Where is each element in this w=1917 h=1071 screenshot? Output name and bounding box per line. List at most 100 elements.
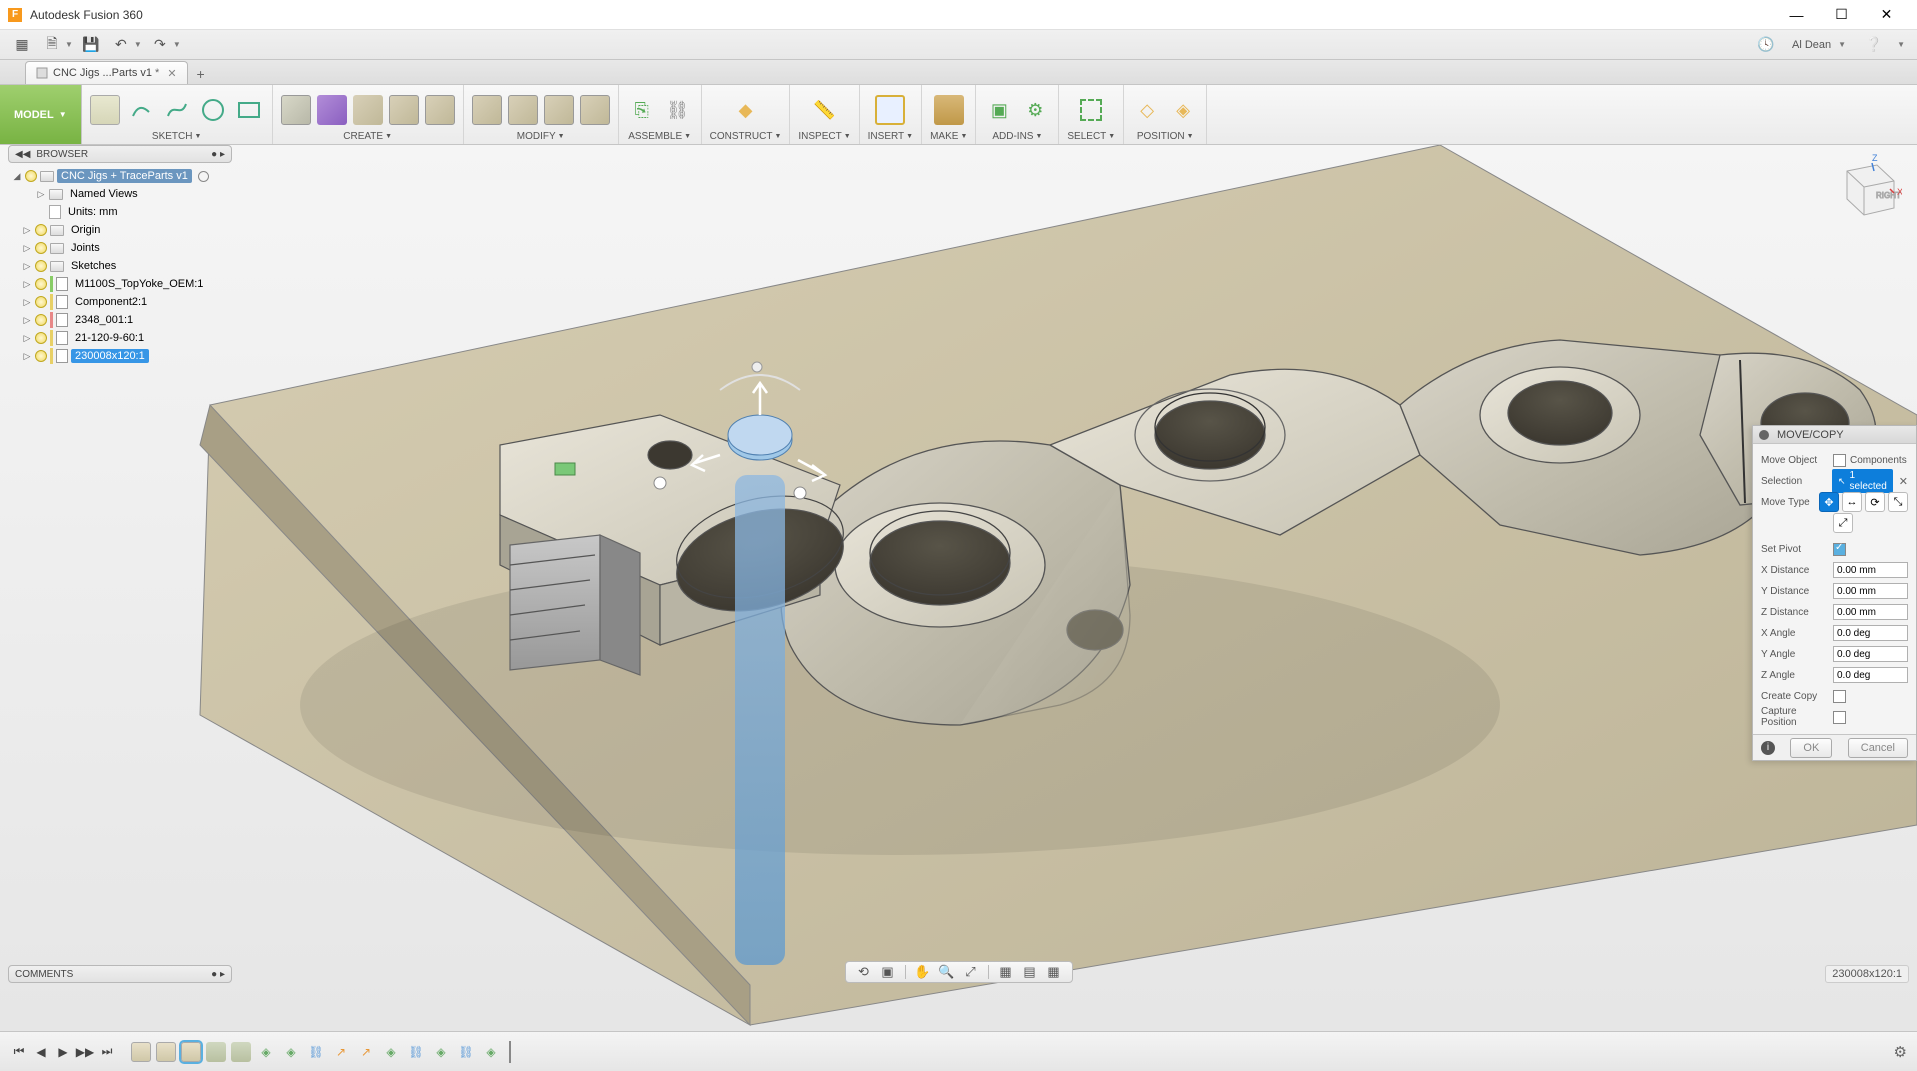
create-sketch-icon[interactable] [90, 95, 120, 125]
tree-node-label[interactable]: M1100S_TopYoke_OEM:1 [71, 277, 207, 291]
move-object-checkbox[interactable] [1833, 454, 1846, 467]
grid-settings-icon[interactable]: ▤ [1020, 963, 1040, 981]
comments-collapse-icon[interactable]: ● ▸ [211, 969, 225, 980]
timeline-sketch-feature[interactable] [156, 1042, 176, 1062]
redo-icon[interactable]: ↷ [146, 33, 174, 57]
measure-icon[interactable]: 📏 [810, 95, 840, 125]
insert-image-icon[interactable] [875, 95, 905, 125]
joint-icon[interactable]: ⛓ [663, 95, 693, 125]
3d-viewport[interactable]: ◀◀ BROWSER ● ▸ ◢ CNC Jigs + TraceParts v… [0, 145, 1917, 1031]
box-icon[interactable] [281, 95, 311, 125]
move-copy-header[interactable]: MOVE/COPY [1753, 426, 1916, 444]
addin-store-icon[interactable]: ⚙ [1020, 95, 1050, 125]
tree-node-label[interactable]: Named Views [66, 187, 142, 201]
expand-icon[interactable]: ▷ [22, 297, 32, 308]
timeline-move-feature[interactable]: ↗ [331, 1042, 351, 1062]
look-at-icon[interactable]: ▣ [878, 963, 898, 981]
visibility-bulb-icon[interactable] [35, 296, 47, 308]
zoom-icon[interactable]: 🔍 [937, 963, 957, 981]
clear-selection-icon[interactable]: ✕ [1899, 475, 1908, 488]
orbit-icon[interactable]: ⟲ [854, 963, 874, 981]
apps-grid-icon[interactable]: ▦ [8, 33, 36, 57]
z-distance-input[interactable] [1833, 604, 1908, 620]
tree-node-label[interactable]: 230008x120:1 [71, 349, 149, 363]
timeline-component-feature[interactable]: ◈ [281, 1042, 301, 1062]
browser-root[interactable]: CNC Jigs + TraceParts v1 [57, 169, 192, 183]
expand-icon[interactable]: ▷ [22, 351, 32, 362]
tree-node-label[interactable]: Component2:1 [71, 295, 151, 309]
user-name[interactable]: Al Dean [1792, 39, 1831, 51]
timeline-component-feature[interactable]: ◈ [381, 1042, 401, 1062]
undo-icon[interactable]: ↶ [107, 33, 135, 57]
timeline-end-icon[interactable]: ⏭ [98, 1043, 116, 1061]
visibility-bulb-icon[interactable] [35, 350, 47, 362]
activate-radio-icon[interactable] [198, 171, 209, 182]
expand-icon[interactable]: ▷ [22, 261, 32, 272]
new-tab-button[interactable]: + [190, 64, 212, 84]
timeline-move-feature[interactable]: ↗ [356, 1042, 376, 1062]
timeline-prev-icon[interactable]: ◀ [32, 1043, 50, 1061]
chamfer-icon[interactable] [544, 95, 574, 125]
circle-icon[interactable] [198, 95, 228, 125]
sculpt-icon[interactable] [317, 95, 347, 125]
expand-icon[interactable]: ▷ [36, 189, 46, 200]
position-revert-icon[interactable]: ◈ [1168, 95, 1198, 125]
document-tab[interactable]: CNC Jigs ...Parts v1 * ✕ [25, 61, 188, 84]
new-component-icon[interactable]: ⎘ [627, 95, 657, 125]
tree-node-label[interactable]: 2348_001:1 [71, 313, 137, 327]
browser-collapse-icon[interactable]: ● ▸ [211, 149, 225, 160]
construct-plane-icon[interactable]: ◆ [731, 95, 761, 125]
display-settings-icon[interactable]: ▦ [996, 963, 1016, 981]
fillet-icon[interactable] [508, 95, 538, 125]
visibility-bulb-icon[interactable] [25, 170, 37, 182]
clock-updates-icon[interactable]: 🕓 [1752, 33, 1780, 57]
timeline-settings-icon[interactable]: ⚙ [1894, 1043, 1907, 1061]
viewport-layout-icon[interactable]: ▦ [1044, 963, 1064, 981]
move-type-point-icon[interactable]: ⤡ [1888, 492, 1908, 512]
timeline-component-feature[interactable]: ◈ [481, 1042, 501, 1062]
expand-icon[interactable]: ▷ [22, 333, 32, 344]
move-type-rotate-icon[interactable]: ⟳ [1865, 492, 1885, 512]
rectangle-icon[interactable] [234, 95, 264, 125]
window-maximize[interactable]: ☐ [1819, 0, 1864, 30]
save-icon[interactable]: 💾 [77, 33, 105, 57]
timeline-joint-feature[interactable]: ⛓ [306, 1042, 326, 1062]
window-close[interactable]: ✕ [1864, 0, 1909, 30]
selection-chip[interactable]: ↖ 1 selected [1832, 469, 1893, 493]
timeline-sketch-feature[interactable] [131, 1042, 151, 1062]
set-pivot-button[interactable] [1833, 543, 1846, 556]
x-distance-input[interactable] [1833, 562, 1908, 578]
visibility-bulb-icon[interactable] [35, 278, 47, 290]
addin-icon[interactable]: ▣ [984, 95, 1014, 125]
expand-icon[interactable]: ▷ [22, 315, 32, 326]
window-minimize[interactable]: — [1774, 0, 1819, 30]
panel-collapse-bullet-icon[interactable] [1759, 430, 1769, 440]
fit-icon[interactable]: ⤢ [961, 963, 981, 981]
visibility-bulb-icon[interactable] [35, 260, 47, 272]
new-file-icon[interactable]: 🗎 [38, 33, 66, 57]
expand-icon[interactable]: ▷ [22, 225, 32, 236]
press-pull-icon[interactable] [472, 95, 502, 125]
tree-node-label[interactable]: Origin [67, 223, 104, 237]
tree-node-label[interactable]: Sketches [67, 259, 120, 273]
visibility-bulb-icon[interactable] [35, 332, 47, 344]
workspace-switcher[interactable]: MODEL▼ [0, 85, 82, 144]
browser-panel-header[interactable]: ◀◀ BROWSER ● ▸ [8, 145, 232, 163]
cancel-button[interactable]: Cancel [1848, 738, 1908, 758]
view-cube[interactable]: RIGHT Z X [1822, 153, 1887, 218]
timeline-start-icon[interactable]: ⏮ [10, 1043, 28, 1061]
cylinder-icon[interactable] [353, 95, 383, 125]
timeline-component-feature[interactable]: ◈ [256, 1042, 276, 1062]
create-copy-checkbox[interactable] [1833, 690, 1846, 703]
capture-position-checkbox[interactable] [1833, 711, 1846, 724]
extrude-icon[interactable] [389, 95, 419, 125]
y-angle-input[interactable] [1833, 646, 1908, 662]
help-icon[interactable]: ❔ [1860, 33, 1888, 57]
select-icon[interactable] [1076, 95, 1106, 125]
timeline-extrude-feature[interactable] [231, 1042, 251, 1062]
move-type-extra-icon[interactable]: ⤢ [1833, 513, 1853, 533]
shell-icon[interactable] [580, 95, 610, 125]
y-distance-input[interactable] [1833, 583, 1908, 599]
visibility-bulb-icon[interactable] [35, 242, 47, 254]
line-icon[interactable] [126, 95, 156, 125]
